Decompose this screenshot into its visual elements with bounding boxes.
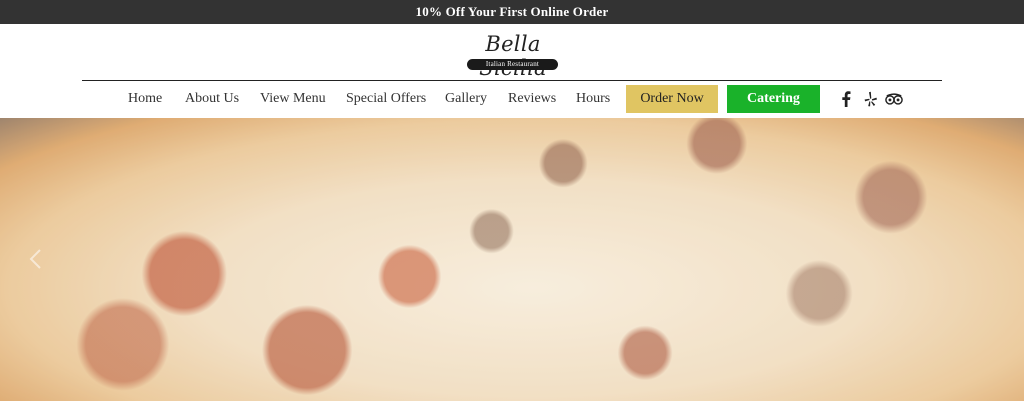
slider-prev-arrow-icon[interactable]: [28, 248, 42, 270]
catering-button[interactable]: Catering: [727, 85, 820, 113]
nav-hours[interactable]: Hours: [576, 85, 610, 113]
logo-tagline: Italian Restaurant: [467, 59, 558, 70]
tripadvisor-icon[interactable]: [885, 90, 903, 108]
header-divider: [82, 80, 942, 81]
main-nav: Home About Us View Menu Special Offers G…: [0, 85, 1024, 113]
promo-text: 10% Off Your First Online Order: [415, 4, 609, 19]
yelp-icon[interactable]: [862, 90, 880, 108]
hero-pizza-image: [0, 118, 1024, 401]
logo[interactable]: Bella Sicilia Italian Restaurant: [452, 32, 574, 80]
promo-banner: 10% Off Your First Online Order: [0, 0, 1024, 24]
nav-about-us[interactable]: About Us: [185, 85, 239, 113]
nav-gallery[interactable]: Gallery: [445, 85, 487, 113]
order-now-button[interactable]: Order Now: [626, 85, 718, 113]
nav-reviews[interactable]: Reviews: [508, 85, 556, 113]
hero-overlay: [0, 118, 1024, 401]
nav-view-menu[interactable]: View Menu: [260, 85, 326, 113]
logo-script: Bella Sicilia: [479, 32, 546, 80]
nav-home[interactable]: Home: [128, 85, 162, 113]
site-header: Bella Sicilia Italian Restaurant Home Ab…: [0, 24, 1024, 118]
facebook-icon[interactable]: [837, 90, 855, 108]
nav-special-offers[interactable]: Special Offers: [346, 85, 426, 113]
